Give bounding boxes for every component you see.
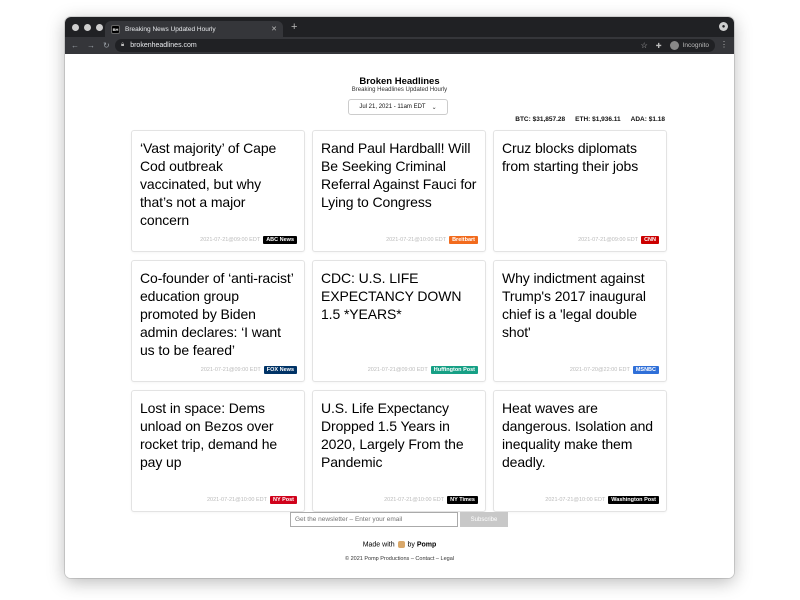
chevron-down-icon: ⌄ bbox=[431, 104, 437, 111]
browser-toolbar: ← → ↻ 🔒︎ brokenheadlines.com ☆ ✚ Incogni… bbox=[65, 37, 734, 54]
timestamp: 2021-07-21@09:00 EDT bbox=[200, 237, 261, 243]
made-with-line: Made with by Pomp bbox=[65, 541, 734, 548]
timestamp: 2021-07-21@10:00 EDT bbox=[206, 497, 267, 503]
incognito-icon[interactable] bbox=[669, 41, 679, 50]
headline-text[interactable]: Lost in space: Dems unload on Bezos over… bbox=[140, 399, 296, 471]
headline-card[interactable]: Rand Paul Hardball! Will Be Seeking Crim… bbox=[312, 130, 486, 252]
newsletter-email-input[interactable] bbox=[290, 512, 458, 527]
forward-icon[interactable]: → bbox=[87, 41, 95, 50]
card-meta: 2021-07-20@22:00 EDT MSNBC bbox=[570, 366, 659, 374]
source-badge[interactable]: Breitbart bbox=[449, 236, 478, 244]
copyright-text: © 2021 Pomp Productions bbox=[345, 556, 410, 562]
maximize-window-button[interactable] bbox=[96, 24, 103, 31]
timestamp: 2021-07-21@10:00 EDT bbox=[545, 497, 606, 503]
card-meta: 2021-07-21@10:00 EDT NY Times bbox=[384, 496, 478, 504]
browser-menu-icon[interactable]: ⋮ bbox=[720, 40, 728, 49]
footer-separator: – bbox=[410, 556, 414, 562]
pomp-link[interactable]: Pomp bbox=[417, 541, 436, 548]
browser-titlebar: BH Breaking News Updated Hourly ✕ + ● bbox=[65, 17, 734, 37]
headline-card[interactable]: CDC: U.S. LIFE EXPECTANCY DOWN 1.5 *YEAR… bbox=[312, 260, 486, 382]
favicon-icon: BH bbox=[111, 24, 120, 34]
headline-card[interactable]: U.S. Life Expectancy Dropped 1.5 Years i… bbox=[312, 390, 486, 512]
headline-card[interactable]: Co-founder of ‘anti-racist’ education gr… bbox=[131, 260, 305, 382]
minimize-window-button[interactable] bbox=[84, 24, 91, 31]
popcorn-icon bbox=[397, 541, 405, 548]
bookmark-star-icon[interactable]: ☆ bbox=[641, 41, 648, 50]
reload-icon[interactable]: ↻ bbox=[103, 41, 110, 50]
lock-icon[interactable]: 🔒︎ bbox=[121, 42, 124, 49]
headline-card[interactable]: ‘Vast majority’ of Cape Cod outbreak vac… bbox=[131, 130, 305, 252]
incognito-label: Incognito bbox=[682, 42, 709, 49]
crypto-ada: ADA: $1.18 bbox=[630, 116, 665, 123]
crypto-btc: BTC: $31,857.28 bbox=[515, 116, 566, 123]
card-meta: 2021-07-21@10:00 EDT Washington Post bbox=[545, 496, 659, 504]
source-badge[interactable]: ABC News bbox=[263, 236, 297, 244]
date-selected-value: Jul 21, 2021 - 11am EDT bbox=[359, 104, 426, 110]
subscribe-button[interactable]: Subscribe bbox=[460, 512, 508, 527]
back-icon[interactable]: ← bbox=[71, 41, 79, 50]
browser-window: BH Breaking News Updated Hourly ✕ + ● ← … bbox=[65, 17, 734, 578]
timestamp: 2021-07-21@10:00 EDT bbox=[386, 237, 447, 243]
contact-link[interactable]: Contact bbox=[415, 556, 434, 562]
card-meta: 2021-07-21@09:00 EDT Huffington Post bbox=[368, 366, 478, 374]
card-meta: 2021-07-21@10:00 EDT NY Post bbox=[207, 496, 297, 504]
timestamp: 2021-07-20@22:00 EDT bbox=[569, 367, 630, 373]
headline-text[interactable]: Heat waves are dangerous. Isolation and … bbox=[502, 399, 658, 471]
extensions-puzzle-icon[interactable]: ✚ bbox=[656, 42, 662, 50]
headline-card[interactable]: Why indictment against Trump's 2017 inau… bbox=[493, 260, 667, 382]
url-text[interactable]: brokenheadlines.com bbox=[130, 42, 640, 49]
card-meta: 2021-07-21@09:00 EDT CNN bbox=[578, 236, 659, 244]
source-badge[interactable]: CNN bbox=[641, 236, 659, 244]
made-with-suffix: by bbox=[407, 541, 415, 549]
source-badge[interactable]: Huffington Post bbox=[430, 366, 478, 374]
close-window-button[interactable] bbox=[72, 24, 79, 31]
source-badge[interactable]: FOX News bbox=[263, 366, 297, 374]
page-content: Broken Headlines Breaking Headlines Upda… bbox=[65, 54, 734, 578]
headline-grid: ‘Vast majority’ of Cape Cod outbreak vac… bbox=[131, 130, 668, 512]
timestamp: 2021-07-21@09:00 EDT bbox=[367, 367, 428, 373]
timestamp: 2021-07-21@09:00 EDT bbox=[578, 237, 639, 243]
timestamp: 2021-07-21@09:00 EDT bbox=[200, 367, 261, 373]
date-dropdown[interactable]: Jul 21, 2021 - 11am EDT ⌄ bbox=[348, 99, 448, 115]
headline-card[interactable]: Lost in space: Dems unload on Bezos over… bbox=[131, 390, 305, 512]
headline-text[interactable]: CDC: U.S. LIFE EXPECTANCY DOWN 1.5 *YEAR… bbox=[321, 269, 477, 323]
source-badge[interactable]: MSNBC bbox=[632, 366, 659, 374]
address-bar[interactable]: 🔒︎ brokenheadlines.com ☆ ✚ Incognito bbox=[115, 39, 715, 52]
card-meta: 2021-07-21@09:00 EDT ABC News bbox=[200, 236, 297, 244]
timestamp: 2021-07-21@10:00 EDT bbox=[384, 497, 445, 503]
window-controls bbox=[72, 24, 103, 31]
headline-text[interactable]: ‘Vast majority’ of Cape Cod outbreak vac… bbox=[140, 139, 296, 229]
crypto-ticker: BTC: $31,857.28 ETH: $1,936.11 ADA: $1.1… bbox=[515, 116, 665, 123]
headline-card[interactable]: Heat waves are dangerous. Isolation and … bbox=[493, 390, 667, 512]
card-meta: 2021-07-21@09:00 EDT FOX News bbox=[201, 366, 297, 374]
new-tab-icon[interactable]: + bbox=[291, 21, 297, 33]
source-badge[interactable]: Washington Post bbox=[608, 496, 659, 504]
headline-card[interactable]: Cruz blocks diplomats from starting thei… bbox=[493, 130, 667, 252]
source-badge[interactable]: NY Times bbox=[447, 496, 478, 504]
browser-profile-icon[interactable]: ● bbox=[719, 22, 728, 31]
headline-text[interactable]: Rand Paul Hardball! Will Be Seeking Crim… bbox=[321, 139, 477, 211]
source-badge[interactable]: NY Post bbox=[270, 496, 297, 504]
made-with-prefix: Made with bbox=[362, 541, 395, 549]
card-meta: 2021-07-21@10:00 EDT Breitbart bbox=[386, 236, 478, 244]
headline-text[interactable]: Why indictment against Trump's 2017 inau… bbox=[502, 269, 658, 341]
legal-link[interactable]: Legal bbox=[441, 556, 454, 562]
site-title: Broken Headlines bbox=[359, 76, 440, 87]
tab-title: Breaking News Updated Hourly bbox=[125, 25, 216, 33]
headline-text[interactable]: Co-founder of ‘anti-racist’ education gr… bbox=[140, 269, 296, 359]
site-subtitle: Breaking Headlines Updated Hourly bbox=[351, 87, 448, 93]
footer-links: © 2021 Pomp Productions – Contact – Lega… bbox=[65, 556, 734, 562]
headline-text[interactable]: U.S. Life Expectancy Dropped 1.5 Years i… bbox=[321, 399, 477, 471]
headline-text[interactable]: Cruz blocks diplomats from starting thei… bbox=[502, 139, 658, 175]
crypto-eth: ETH: $1,936.11 bbox=[575, 116, 621, 123]
newsletter-form: Subscribe bbox=[290, 512, 508, 527]
footer-separator: – bbox=[435, 556, 439, 562]
tab-close-icon[interactable]: ✕ bbox=[271, 25, 277, 33]
browser-tab[interactable]: BH Breaking News Updated Hourly ✕ bbox=[105, 21, 283, 37]
